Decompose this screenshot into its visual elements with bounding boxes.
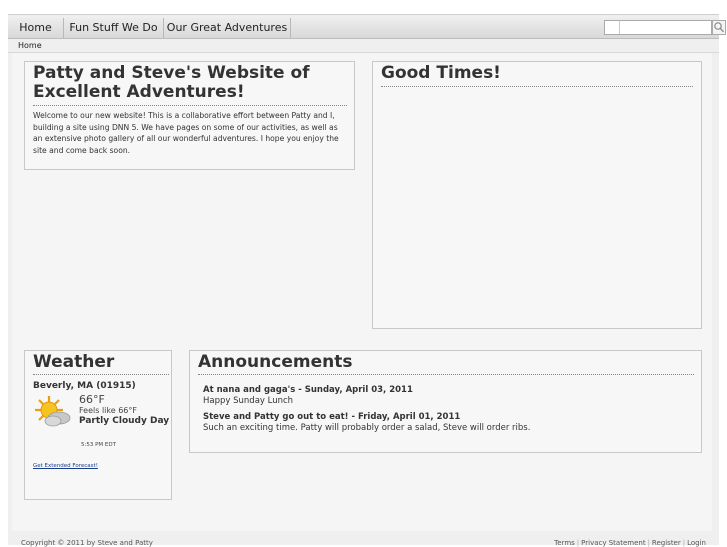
search-icon: [714, 22, 725, 33]
good-times-panel: Good Times!: [372, 61, 702, 329]
copyright-text: Copyright © 2011 by Steve and Patty: [21, 539, 153, 547]
privacy-link[interactable]: Privacy Statement: [581, 539, 645, 547]
weather-panel: Weather Beverly, MA (01915) 66°F Feels l…: [24, 350, 172, 500]
announcement-body: Such an exciting time. Patty will probab…: [203, 423, 531, 433]
register-link[interactable]: Register: [652, 539, 681, 547]
weather-time: 5:53 PM EDT: [81, 442, 116, 448]
announcement-item: At nana and gaga's - Sunday, April 03, 2…: [203, 385, 693, 407]
weather-condition: Partly Cloudy Day: [79, 416, 170, 426]
footer-links: Terms | Privacy Statement | Register | Login: [554, 539, 706, 547]
good-times-title: Good Times!: [381, 64, 693, 87]
announcement-heading[interactable]: Steve and Patty go out to eat! - Friday,…: [203, 412, 693, 423]
search-input[interactable]: [604, 20, 712, 35]
intro-text: Welcome to our new website! This is a co…: [33, 111, 339, 155]
terms-link[interactable]: Terms: [554, 539, 575, 547]
nav-home[interactable]: Home: [8, 18, 64, 38]
weather-location: Beverly, MA (01915): [33, 381, 136, 391]
announcement-body: Happy Sunday Lunch: [203, 396, 294, 406]
nav-great-adventures[interactable]: Our Great Adventures: [164, 18, 291, 38]
main-nav: Home Fun Stuff We Do Our Great Adventure…: [8, 18, 726, 39]
announcement-item: Steve and Patty go out to eat! - Friday,…: [203, 412, 693, 434]
announcements-panel: Announcements At nana and gaga's - Sunda…: [189, 350, 702, 453]
announcements-title: Announcements: [198, 353, 694, 375]
weather-title: Weather: [33, 353, 169, 375]
intro-panel: Patty and Steve's Website of Excellent A…: [24, 61, 355, 170]
breadcrumb[interactable]: Home: [18, 41, 42, 50]
login-link[interactable]: Login: [687, 539, 706, 547]
weather-temperature: 66°F: [79, 393, 105, 406]
announcement-heading[interactable]: At nana and gaga's - Sunday, April 03, 2…: [203, 385, 693, 396]
weather-feels-like: Feels like 66°F: [79, 406, 137, 415]
nav-fun-stuff[interactable]: Fun Stuff We Do: [64, 18, 164, 38]
search-divider: [619, 21, 620, 34]
intro-title: Patty and Steve's Website of Excellent A…: [33, 64, 347, 106]
search-button[interactable]: [712, 20, 726, 35]
extended-forecast-link[interactable]: Get Extended Forecast!: [33, 463, 98, 469]
partly-cloudy-icon: [35, 396, 71, 427]
